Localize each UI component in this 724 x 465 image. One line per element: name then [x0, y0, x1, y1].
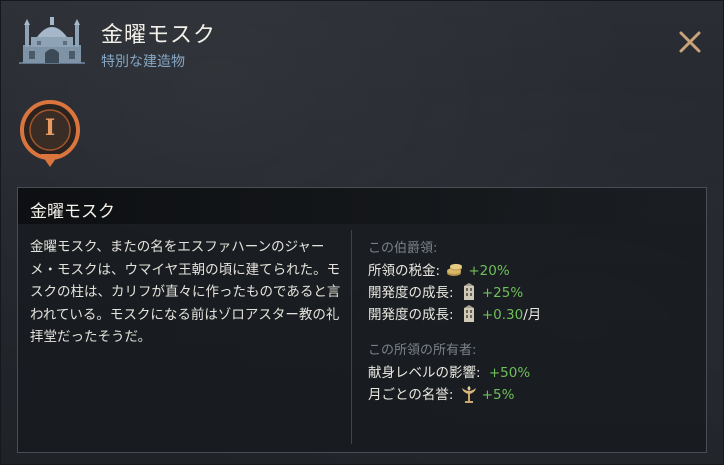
stat-suffix: /月	[523, 307, 542, 323]
stat-value: +5%	[481, 387, 515, 403]
stat-name: 開発度の成長:	[368, 285, 454, 301]
stat-row-development-growth[interactable]: 開発度の成長: +25%	[368, 282, 698, 304]
holder-effects-label: この所領の所有者:	[368, 343, 477, 358]
coins-icon	[447, 263, 463, 276]
divider	[351, 230, 352, 444]
stat-name: 所領の税金:	[368, 263, 441, 279]
stat-name: 献身レベルの影響:	[368, 365, 481, 381]
details-title: 金曜モスク	[30, 202, 115, 222]
map-marker-icon[interactable]: I	[19, 99, 81, 169]
stat-row-devotion-impact[interactable]: 献身レベルの影響: +50%	[368, 362, 698, 384]
stat-value: +25%	[481, 285, 524, 301]
development-icon	[463, 283, 474, 300]
description-text: 金曜モスク、またの名をエスファハーンのジャーメ・モスクは、ウマイヤ王朝の頃に建て…	[30, 239, 341, 345]
development-icon	[463, 305, 474, 322]
stat-value: +0.30	[481, 307, 524, 323]
close-icon[interactable]	[675, 27, 705, 57]
building-type-label: 特別な建造物	[101, 54, 185, 70]
stat-value: +20%	[468, 263, 510, 279]
details-title-bar: 金曜モスク	[18, 188, 706, 224]
marker-numeral: I	[44, 115, 56, 141]
stat-row-development-growth-monthly[interactable]: 開発度の成長: +0.30/月	[368, 304, 698, 326]
stat-name: 月ごとの名誉:	[368, 387, 454, 403]
county-effects-label: この伯爵領:	[368, 241, 438, 256]
details-box: 金曜モスク 金曜モスク、またの名をエスファハーンのジャーメ・モスクは、ウマイヤ王…	[17, 187, 707, 453]
prestige-icon	[461, 386, 476, 403]
page-title: 金曜モスク	[101, 23, 217, 48]
building-tooltip-panel: 金曜モスク 特別な建造物 I 金曜モスク 金曜モスク、またの名をエスファハーンの…	[0, 0, 724, 465]
stat-value: +50%	[488, 365, 531, 381]
header: 金曜モスク 特別な建造物	[1, 1, 723, 81]
mosque-icon	[19, 17, 85, 64]
stat-row-holding-tax[interactable]: 所領の税金: +20%	[368, 260, 698, 282]
stat-row-monthly-prestige[interactable]: 月ごとの名誉: +5%	[368, 384, 698, 406]
effects-column: この伯爵領: 所領の税金: +20% 開発度の成長: +25% 開発度の成長: …	[368, 238, 698, 406]
stat-name: 開発度の成長:	[368, 307, 454, 323]
